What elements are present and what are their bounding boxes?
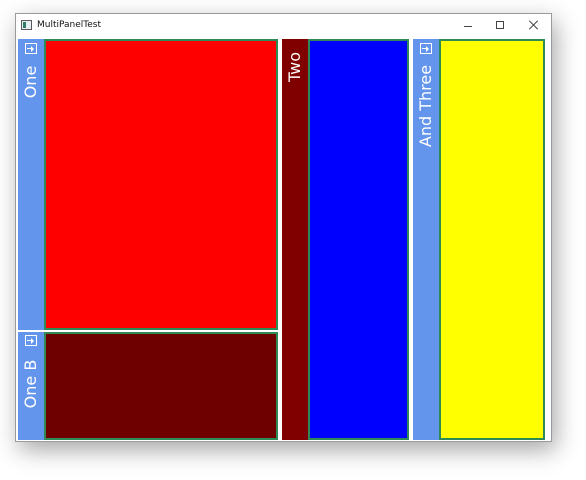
- panel-tab-one-b[interactable]: One B: [18, 332, 44, 440]
- minimize-icon: [464, 26, 472, 27]
- panel-label-one: One: [21, 65, 40, 99]
- app-icon: [21, 20, 32, 30]
- minimize-button[interactable]: [451, 14, 484, 38]
- maximize-icon: [496, 21, 504, 29]
- pin-icon[interactable]: [420, 43, 432, 54]
- panel-content-one-b[interactable]: [44, 332, 278, 440]
- panel-content-two[interactable]: [308, 39, 409, 440]
- panel-content-and-three[interactable]: [439, 39, 545, 440]
- close-icon: [529, 20, 539, 30]
- panel-tab-two[interactable]: Two: [282, 39, 308, 440]
- panel-label-one-b: One B: [21, 359, 40, 409]
- panel-label-two: Two: [285, 52, 304, 82]
- multi-panel-area: One One B Two And Three: [18, 39, 549, 440]
- app-window: MultiPanelTest One One B Two And Three: [15, 13, 552, 442]
- panel-content-one[interactable]: [44, 39, 278, 330]
- pin-icon[interactable]: [25, 43, 37, 54]
- title-bar[interactable]: MultiPanelTest: [16, 14, 551, 39]
- panel-tab-one[interactable]: One: [18, 39, 44, 330]
- window-title: MultiPanelTest: [37, 20, 102, 30]
- pin-icon[interactable]: [25, 335, 37, 346]
- close-button[interactable]: [517, 14, 550, 38]
- panel-label-and-three: And Three: [416, 64, 435, 148]
- maximize-button[interactable]: [484, 14, 517, 38]
- panel-tab-and-three[interactable]: And Three: [413, 39, 439, 440]
